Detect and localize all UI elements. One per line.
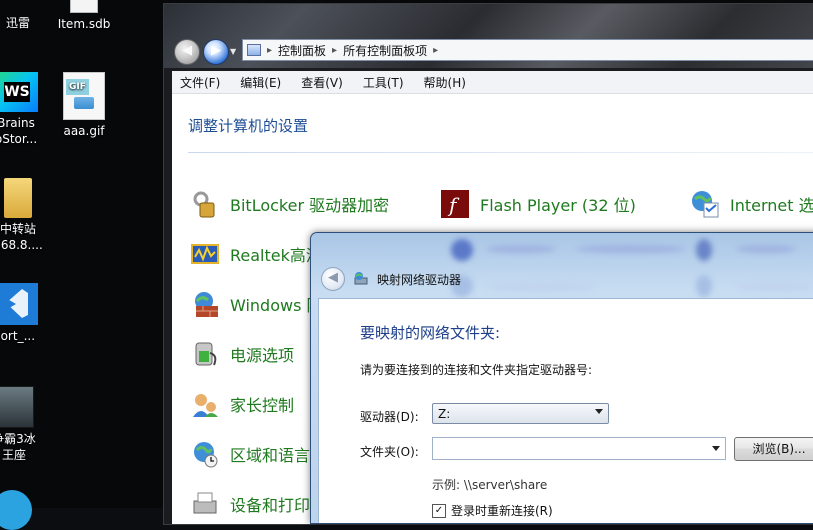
forward-button[interactable]: ▶ (203, 39, 229, 65)
chevron-down-icon[interactable] (595, 409, 603, 414)
realtek-audio-icon (188, 237, 222, 271)
cp-item-parental-controls[interactable]: 家长控制 (188, 387, 294, 421)
history-dropdown-icon[interactable]: ▼ (230, 47, 236, 56)
drive-label: 驱动器(D): (360, 410, 419, 424)
desktop-icon-webstorm[interactable]: WS Brains oStor... (0, 72, 48, 147)
control-panel-icon (247, 44, 261, 56)
menu-view[interactable]: 查看(V) (301, 74, 343, 91)
desktop-icon-label: 争霸3冰 (0, 432, 36, 446)
desktop-icon-label: aaa.gif (63, 124, 105, 138)
vscode-icon (0, 283, 38, 325)
partial-app-icon[interactable] (0, 490, 32, 530)
desktop-icon-label: 迅雷 (5, 16, 30, 30)
path-example-text: 示例: \\server\share (432, 478, 548, 492)
desktop-icon-label: 王座 (1, 448, 26, 462)
bitlocker-icon (188, 187, 222, 221)
desktop-icon-label: Brains (0, 116, 35, 130)
flash-icon: f (438, 187, 472, 221)
cp-item-region-language[interactable]: 区域和语言 (188, 437, 310, 471)
folder-icon (4, 178, 32, 218)
cp-item-realtek[interactable]: Realtek高清 (188, 237, 322, 271)
cp-item-power-options[interactable]: 电源选项 (188, 337, 294, 371)
breadcrumb-separator-icon[interactable]: ▸ (433, 45, 438, 56)
reconnect-at-logon-option[interactable]: ✓ 登录时重新连接(R) (432, 502, 553, 519)
cp-item-devices-printers[interactable]: 设备和打印 (188, 487, 310, 521)
desktop-icon-label: oStor... (0, 132, 38, 146)
desktop-icon-vscode[interactable]: port_... (0, 283, 46, 344)
internet-options-icon (688, 187, 722, 221)
folder-label: 文件夹(O): (360, 445, 419, 459)
dialog-body: 要映射的网络文件夹: 请为要连接到的连接和文件夹指定驱动器号: 驱动器(D): … (318, 298, 813, 523)
breadcrumb-separator-icon[interactable]: ▸ (267, 45, 272, 56)
browse-button[interactable]: 浏览(B)... (734, 437, 813, 461)
desktop-icon-thunder[interactable]: 迅雷 (0, 0, 50, 31)
power-icon (188, 337, 222, 371)
desktop-icon-warcraft[interactable]: 争霸3冰 王座 (0, 386, 46, 463)
dialog-title: 映射网络驱动器 (377, 272, 462, 287)
gif-file-icon: GIF (63, 72, 105, 120)
cp-item-flash-player[interactable]: f Flash Player (32 位) (438, 187, 636, 221)
breadcrumb-control-panel[interactable]: 控制面板 (278, 42, 326, 59)
desktop-icon-aaa-gif[interactable]: GIF aaa.gif (52, 72, 116, 139)
folder-path-combobox[interactable] (432, 437, 726, 460)
chevron-down-icon[interactable] (712, 446, 720, 451)
back-button[interactable]: ◀ (174, 39, 200, 65)
desktop-icon-item-sdb[interactable]: Item.sdb (52, 0, 116, 32)
dialog-heading: 要映射的网络文件夹: (360, 324, 501, 342)
network-drive-icon (353, 271, 369, 287)
desktop-icon-label: Item.sdb (57, 17, 111, 31)
breadcrumb-all-items[interactable]: 所有控制面板项 (343, 42, 427, 59)
desktop: 迅雷 Item.sdb WS Brains oStor... GIF aaa.g… (0, 0, 813, 530)
menu-bar: 文件(F) 编辑(E) 查看(V) 工具(T) 帮助(H) (172, 71, 813, 94)
dialog-back-button[interactable]: ◀ (321, 267, 345, 291)
desktop-icon-label: 中转站 (0, 222, 36, 236)
cp-item-internet-options[interactable]: Internet 选 (688, 187, 813, 221)
cp-item-bitlocker[interactable]: BitLocker 驱动器加密 (188, 187, 389, 221)
file-icon (70, 0, 98, 13)
breadcrumb-separator-icon[interactable]: ▸ (332, 45, 337, 56)
region-language-icon (188, 437, 222, 471)
drive-letter-select[interactable]: Z: (432, 403, 609, 424)
warcraft-icon (0, 386, 34, 428)
firewall-icon (188, 287, 222, 321)
reconnect-label: 登录时重新连接(R) (451, 504, 553, 518)
dialog-header: ◀ 映射网络驱动器 (321, 267, 461, 291)
map-network-drive-dialog: ◀ 映射网络驱动器 要映射的网络文件夹: 请为要连接到的连接和文件夹指定驱动器号… (310, 232, 813, 524)
page-title: 调整计算机的设置 (188, 117, 309, 135)
menu-tools[interactable]: 工具(T) (363, 74, 404, 91)
reconnect-checkbox[interactable]: ✓ (432, 503, 446, 518)
parental-control-icon (188, 387, 222, 421)
desktop-icon-transfer-folder[interactable]: 中转站 168.8.... (0, 178, 50, 253)
desktop-icon-label: 168.8.... (0, 238, 43, 252)
menu-help[interactable]: 帮助(H) (424, 74, 466, 91)
webstorm-icon: WS (0, 72, 38, 112)
address-bar[interactable]: ▸ 控制面板 ▸ 所有控制面板项 ▸ (242, 39, 813, 61)
menu-file[interactable]: 文件(F) (180, 74, 220, 91)
thunder-icon (2, 0, 34, 12)
printer-icon (188, 487, 222, 521)
cp-item-windows-firewall[interactable]: Windows 防 (188, 287, 323, 321)
desktop-icon-label: port_... (0, 329, 36, 343)
title-divider (188, 152, 813, 153)
drive-letter-value: Z: (438, 407, 451, 421)
dialog-instruction: 请为要连接到的连接和文件夹指定驱动器号: (360, 363, 593, 377)
menu-edit[interactable]: 编辑(E) (240, 74, 281, 91)
